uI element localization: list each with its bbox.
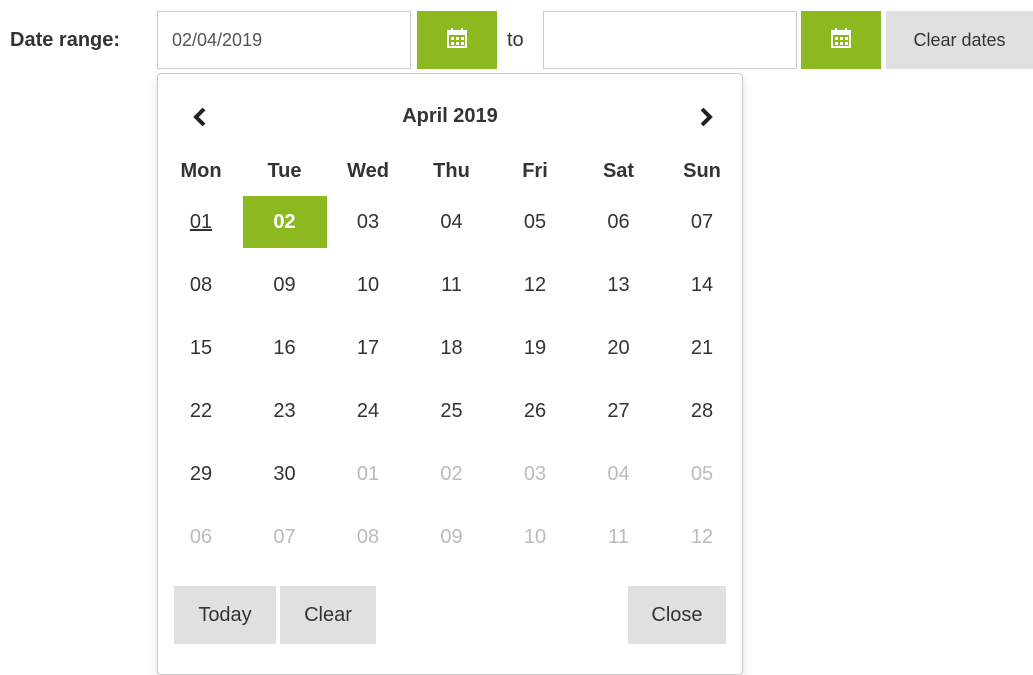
- prev-month-button[interactable]: [180, 104, 220, 134]
- calendar-day[interactable]: 30: [243, 448, 327, 500]
- calendar-day[interactable]: 26: [493, 385, 577, 437]
- calendar-day[interactable]: 01: [159, 196, 243, 248]
- calendar-day[interactable]: 04: [577, 448, 661, 500]
- clear-dates-button[interactable]: Clear dates: [886, 11, 1033, 69]
- calendar-day[interactable]: 12: [493, 259, 577, 311]
- weekday-header: Fri: [522, 160, 548, 182]
- calendar-icon: [830, 27, 852, 54]
- calendar-day[interactable]: 04: [410, 196, 494, 248]
- calendar-day[interactable]: 11: [410, 259, 494, 311]
- calendar-day[interactable]: 01: [326, 448, 410, 500]
- close-button[interactable]: Close: [628, 586, 726, 644]
- calendar-day[interactable]: 11: [577, 511, 661, 563]
- chevron-right-icon: [698, 107, 714, 132]
- calendar-day[interactable]: 29: [159, 448, 243, 500]
- calendar-day[interactable]: 23: [243, 385, 327, 437]
- weekday-header: Tue: [267, 160, 302, 182]
- calendar-day[interactable]: 19: [493, 322, 577, 374]
- calendar-day[interactable]: 08: [326, 511, 410, 563]
- weekday-header: Sat: [602, 160, 635, 182]
- calendar-day[interactable]: 09: [243, 259, 327, 311]
- weekday-header: Sun: [683, 160, 721, 182]
- month-title[interactable]: April 2019: [308, 101, 592, 131]
- calendar-icon: [446, 27, 468, 54]
- calendar-day[interactable]: 05: [493, 196, 577, 248]
- clear-button[interactable]: Clear: [280, 586, 376, 644]
- calendar-day[interactable]: 17: [326, 322, 410, 374]
- calendar-day[interactable]: 02: [410, 448, 494, 500]
- calendar-day[interactable]: 03: [326, 196, 410, 248]
- calendar-day[interactable]: 13: [577, 259, 661, 311]
- calendar-day[interactable]: 27: [577, 385, 661, 437]
- calendar-day[interactable]: 14: [660, 259, 744, 311]
- calendar-day[interactable]: 07: [243, 511, 327, 563]
- calendar-day[interactable]: 12: [660, 511, 744, 563]
- to-label: to: [507, 29, 524, 51]
- chevron-left-icon: [192, 107, 208, 132]
- calendar-day[interactable]: 15: [159, 322, 243, 374]
- calendar-day[interactable]: 16: [243, 322, 327, 374]
- calendar-day[interactable]: 25: [410, 385, 494, 437]
- next-month-button[interactable]: [686, 104, 726, 134]
- weekday-header: Wed: [347, 160, 389, 182]
- calendar-day[interactable]: 07: [660, 196, 744, 248]
- start-date-input[interactable]: [157, 11, 411, 69]
- calendar-day[interactable]: 02: [242, 196, 327, 248]
- calendar-day[interactable]: 08: [159, 259, 243, 311]
- calendar-day[interactable]: 03: [493, 448, 577, 500]
- calendar-day[interactable]: 06: [577, 196, 661, 248]
- calendar-day[interactable]: 18: [410, 322, 494, 374]
- datepicker-popup: April 2019 Mon Tue Wed Thu Fri Sat Sun 01 02 03 0…: [157, 73, 743, 675]
- calendar-day[interactable]: 10: [493, 511, 577, 563]
- calendar-day[interactable]: 24: [326, 385, 410, 437]
- calendar-day[interactable]: 06: [159, 511, 243, 563]
- today-button[interactable]: Today: [174, 586, 276, 644]
- end-calendar-button[interactable]: [801, 11, 881, 69]
- end-date-input[interactable]: [543, 11, 797, 69]
- calendar-day[interactable]: 09: [410, 511, 494, 563]
- calendar-day[interactable]: 28: [660, 385, 744, 437]
- calendar-day[interactable]: 05: [660, 448, 744, 500]
- date-range-label: Date range:: [10, 29, 121, 51]
- calendar-day[interactable]: 10: [326, 259, 410, 311]
- calendar-day[interactable]: 22: [159, 385, 243, 437]
- calendar-day[interactable]: 21: [660, 322, 744, 374]
- calendar-day[interactable]: 20: [577, 322, 661, 374]
- weekday-header: Thu: [433, 160, 470, 182]
- weekday-header: Mon: [180, 160, 222, 182]
- start-calendar-button[interactable]: [417, 11, 497, 69]
